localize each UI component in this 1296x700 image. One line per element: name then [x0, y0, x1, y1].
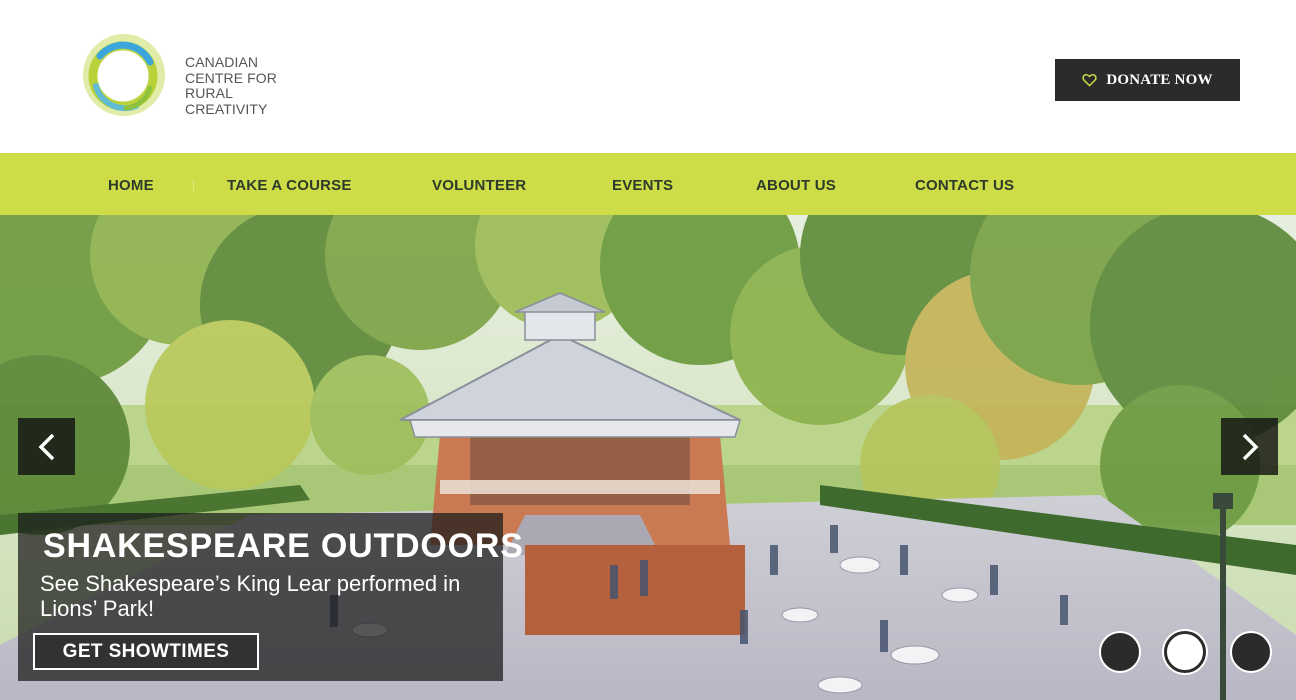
nav-item-contact-us[interactable]: CONTACT US: [915, 177, 1014, 194]
site-logo[interactable]: CANADIAN CENTRE FOR RURAL CREATIVITY: [78, 26, 318, 128]
donate-button[interactable]: DONATE NOW: [1055, 59, 1240, 101]
site-header: CANADIAN CENTRE FOR RURAL CREATIVITY DON…: [0, 0, 1296, 153]
slider-prev-button[interactable]: [18, 418, 75, 475]
logo-line-2: CENTRE FOR: [185, 69, 277, 86]
slide-dot-2[interactable]: [1164, 631, 1206, 673]
slide-caption: SHAKESPEARE OUTDOORS See Shakespeare’s K…: [18, 513, 523, 681]
donate-label: DONATE NOW: [1106, 71, 1213, 88]
main-nav: HOME TAKE A COURSE VOLUNTEER EVENTS ABOU…: [0, 153, 1296, 215]
slide-description: See Shakespeare’s King Lear performed in…: [40, 571, 461, 621]
logo-line-1: CANADIAN: [185, 54, 259, 70]
slide-dot-3[interactable]: [1230, 631, 1272, 673]
get-showtimes-button[interactable]: GET SHOWTIMES: [33, 633, 259, 670]
nav-item-events[interactable]: EVENTS: [612, 177, 673, 194]
slide-dot-1[interactable]: [1099, 631, 1141, 673]
nav-item-volunteer[interactable]: VOLUNTEER: [432, 177, 526, 194]
slider-next-button[interactable]: [1221, 418, 1278, 475]
ring-logo-icon: [83, 34, 165, 116]
slide-title: SHAKESPEARE OUTDOORS: [43, 527, 524, 565]
logo-line-3: RURAL CREATIVITY: [185, 85, 268, 117]
chevron-right-icon: [1242, 433, 1258, 460]
nav-item-take-a-course[interactable]: TAKE A COURSE: [227, 177, 352, 194]
hero-slider: SHAKESPEARE OUTDOORS See Shakespeare’s K…: [0, 215, 1296, 700]
nav-divider: [193, 179, 194, 191]
logo-wordmark: CANADIAN CENTRE FOR RURAL CREATIVITY: [185, 54, 318, 117]
heart-icon: [1082, 74, 1098, 87]
nav-item-home[interactable]: HOME: [108, 177, 154, 194]
chevron-left-icon: [38, 433, 54, 460]
nav-item-about-us[interactable]: ABOUT US: [756, 177, 836, 194]
